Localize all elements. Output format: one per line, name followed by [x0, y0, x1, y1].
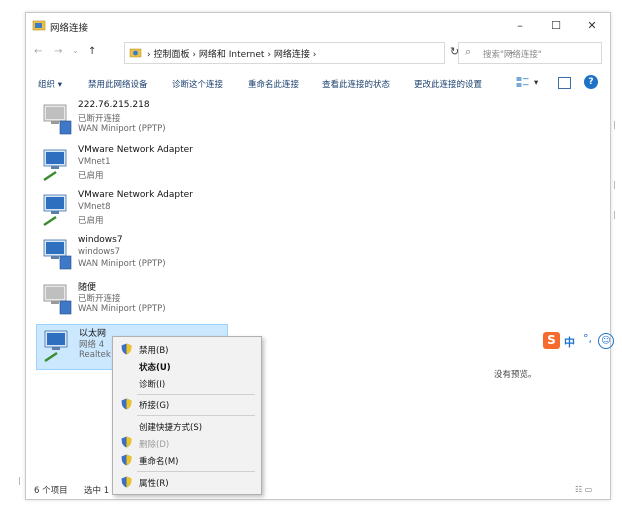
menu-item-status[interactable]: 状态(U) — [139, 361, 171, 373]
background-window-edge: | — [613, 120, 616, 129]
vpn-connection-icon — [43, 104, 72, 135]
rename-connection-button[interactable]: 重命名此连接 — [248, 78, 299, 90]
minimize-button[interactable]: – — [502, 16, 538, 36]
change-settings-button[interactable]: 更改此连接的设置 — [414, 78, 482, 90]
menu-item-delete: 删除(D) — [139, 440, 170, 450]
help-icon[interactable]: ? — [584, 75, 598, 89]
diagnose-connection-button[interactable]: 诊断这个连接 — [172, 78, 223, 90]
change-view-icon[interactable] — [516, 76, 529, 88]
context-menu: 禁用(B) 状态(U) 诊断(I) 桥接(G) 创建快捷方式(S) 删除(D) … — [112, 336, 262, 495]
title-bar: 网络连接 – ☐ ✕ — [26, 13, 610, 39]
breadcrumb-network-internet[interactable]: 网络和 Internet — [199, 50, 265, 60]
ime-punctuation-toggle[interactable]: °, — [583, 332, 592, 345]
vpn-connection-icon — [43, 284, 72, 315]
crumb-separator: › — [192, 50, 196, 60]
connection-status: VMnet8 — [78, 202, 111, 212]
uac-shield-icon — [121, 436, 132, 448]
menu-item-bridge[interactable]: 桥接(G) — [139, 399, 169, 411]
view-status-button[interactable]: 查看此连接的状态 — [322, 78, 390, 90]
connection-device: WAN Miniport (PPTP) — [78, 259, 166, 269]
connection-device: 已启用 — [78, 171, 104, 181]
ime-logo-icon[interactable]: S — [543, 332, 560, 349]
forward-button[interactable]: → — [54, 46, 62, 57]
connection-name: 222.76.215.218 — [78, 100, 150, 110]
search-placeholder: 搜索"网络连接" — [483, 50, 542, 60]
menu-item-rename[interactable]: 重命名(M) — [139, 455, 178, 467]
menu-item-properties[interactable]: 属性(R) — [139, 477, 169, 489]
menu-separator — [137, 394, 255, 395]
connection-device: Realtek — [79, 350, 111, 360]
command-bar: 组织 ▾ 禁用此网络设备 诊断这个连接 重命名此连接 查看此连接的状态 更改此连… — [26, 73, 610, 95]
connection-device: 已启用 — [78, 216, 104, 226]
connection-item[interactable]: windows7 windows7 WAN Miniport (PPTP) — [36, 234, 226, 278]
crumb-separator: › — [147, 50, 151, 60]
item-count: 6 个项目 — [34, 486, 68, 496]
breadcrumb-network-connections[interactable]: 网络连接 — [274, 50, 310, 60]
connection-name: VMware Network Adapter — [78, 190, 193, 200]
up-button[interactable]: ↑ — [88, 46, 96, 57]
crumb-separator: › — [312, 50, 317, 60]
address-bar[interactable]: › 控制面板 › 网络和 Internet › 网络连接 › ⌄ — [124, 42, 515, 64]
menu-separator — [137, 415, 255, 416]
network-adapter-icon — [43, 194, 67, 227]
background-window-edge: | — [18, 476, 21, 485]
control-panel-icon — [129, 48, 142, 58]
connection-item[interactable]: 随便 已断开连接 WAN Miniport (PPTP) — [36, 279, 226, 323]
background-window-edge: | — [613, 210, 616, 219]
menu-item-diagnose[interactable]: 诊断(I) — [139, 378, 165, 390]
network-folder-icon — [32, 20, 46, 31]
breadcrumb-control-panel[interactable]: 控制面板 — [153, 50, 189, 60]
vpn-connection-icon — [43, 239, 72, 270]
uac-shield-icon — [121, 398, 132, 410]
search-box[interactable]: ⌕ 搜索"网络连接" — [458, 42, 602, 64]
connection-name: VMware Network Adapter — [78, 145, 193, 155]
preview-pane-text: 没有预览。 — [494, 370, 537, 380]
search-icon: ⌕ — [465, 45, 472, 58]
ime-emoji-icon[interactable]: ☺ — [598, 333, 614, 349]
organize-button[interactable]: 组织 ▾ — [38, 78, 62, 90]
connection-name: windows7 — [78, 235, 123, 245]
preview-pane-icon[interactable] — [558, 77, 571, 89]
window-title: 网络连接 — [50, 23, 89, 34]
selected-count: 选中 1 — [84, 486, 110, 496]
breadcrumb: › 控制面板 › 网络和 Internet › 网络连接 › — [147, 47, 316, 60]
network-adapter-icon — [43, 149, 67, 182]
recent-locations-button[interactable]: ⌄ — [72, 46, 79, 55]
menu-item-disable[interactable]: 禁用(B) — [139, 344, 168, 356]
connection-item[interactable]: 222.76.215.218 已断开连接 WAN Miniport (PPTP) — [36, 99, 226, 143]
connection-status: windows7 — [78, 247, 121, 257]
ime-toolbar[interactable]: S 中 °, ☺ — [543, 332, 617, 350]
menu-separator — [137, 471, 255, 472]
connection-status: 网络 4 — [79, 340, 105, 350]
connection-device: WAN Miniport (PPTP) — [78, 304, 166, 314]
menu-item-create-shortcut[interactable]: 创建快捷方式(S) — [139, 421, 202, 433]
connection-status: 已断开连接 — [78, 114, 121, 124]
connection-status: 已断开连接 — [78, 294, 121, 304]
connection-item[interactable]: VMware Network Adapter VMnet8 已启用 — [36, 189, 226, 233]
uac-shield-icon — [121, 454, 132, 466]
ime-mode-toggle[interactable]: 中 — [564, 334, 575, 350]
connection-status: VMnet1 — [78, 157, 111, 167]
uac-shield-icon — [121, 343, 132, 355]
view-toggle-icons[interactable]: ☷ ▭ — [575, 485, 592, 494]
back-button[interactable]: ← — [34, 46, 42, 57]
disable-device-button[interactable]: 禁用此网络设备 — [88, 78, 148, 90]
connection-device: WAN Miniport (PPTP) — [78, 124, 166, 134]
background-window-edge: | — [613, 180, 616, 189]
view-dropdown-button[interactable]: ▾ — [534, 78, 538, 88]
connection-item[interactable]: VMware Network Adapter VMnet1 已启用 — [36, 144, 226, 188]
crumb-separator: › — [267, 50, 271, 60]
uac-shield-icon — [121, 476, 132, 488]
maximize-button[interactable]: ☐ — [538, 16, 574, 36]
address-row: ← → ⌄ ↑ › 控制面板 › 网络和 Internet › 网络连接 › ⌄… — [26, 41, 610, 65]
close-button[interactable]: ✕ — [574, 16, 610, 36]
ethernet-adapter-icon — [44, 330, 68, 363]
